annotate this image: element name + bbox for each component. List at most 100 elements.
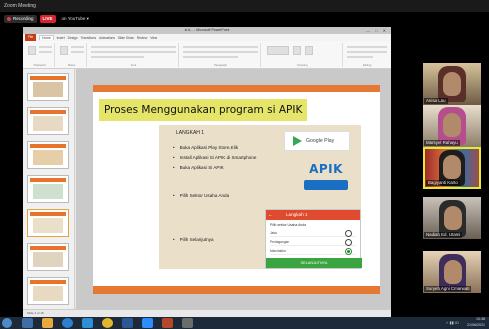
back-arrow-icon: ← xyxy=(268,212,273,217)
ribbon: Clipboard Slides Font Paragraph Drawing xyxy=(23,41,391,69)
slide-thumbnail[interactable] xyxy=(27,243,69,271)
edge-browser-icon[interactable] xyxy=(62,318,73,328)
ribbon-group-drawing: Drawing xyxy=(263,43,343,67)
step-item: Buka Aplikasi Play Store,Klik xyxy=(173,143,256,153)
phone-header: ← Langkah 1 xyxy=(266,210,360,220)
participant-tile-active-speaker[interactable]: Bagiyanti Karto xyxy=(423,147,481,189)
bullet-choose-sector: Pilih Sektor Usaha Anda xyxy=(173,193,230,198)
apik-logo: APIK xyxy=(304,156,348,194)
participant-tile[interactable]: Nadiah Ed. Utami xyxy=(423,197,481,239)
phone-question: Pilih sektor Usaha Anda xyxy=(270,223,306,227)
participant-tile[interactable]: Anisa Lau xyxy=(423,63,481,105)
new-slide-button[interactable] xyxy=(60,46,68,55)
slide-content-box: LANGKAH 1 Buka Aplikasi Play Store,Klik … xyxy=(159,125,362,269)
powerpoint-status-bar: Slide 4 of 15 xyxy=(23,309,391,317)
ribbon-group-slides: Slides xyxy=(57,43,87,67)
ribbon-tabs: File Home Insert Design Transitions Anim… xyxy=(23,34,391,41)
slide-thumbnail[interactable] xyxy=(27,107,69,135)
paste-button[interactable] xyxy=(28,46,36,55)
phone-option-label: Manufaktur xyxy=(270,249,286,253)
ribbon-group-label: Font xyxy=(130,63,137,67)
ribbon-group-clipboard: Clipboard xyxy=(25,43,55,67)
windows-taskbar: ˄ ▮▮ ID 10:38 21/06/2021 xyxy=(0,317,489,329)
arrange-button[interactable] xyxy=(293,46,301,55)
tab-home[interactable]: Home xyxy=(39,35,54,40)
quick-styles-button[interactable] xyxy=(305,46,313,55)
participant-name: Marsyel Rahayu xyxy=(424,140,460,146)
bullet-choose-next: Pilih Selanjutnya xyxy=(173,237,214,242)
task-view-icon[interactable] xyxy=(22,318,33,328)
tab-transitions[interactable]: Transitions xyxy=(81,36,96,40)
phone-option-selected: Manufaktur xyxy=(270,247,356,255)
app-icon[interactable] xyxy=(182,318,193,328)
step-item: Buka Aplikasi Si APIK xyxy=(173,163,256,173)
google-play-label: Google Play xyxy=(306,138,335,144)
slide-thumbnail[interactable] xyxy=(27,141,69,169)
ribbon-group-label: Paragraph xyxy=(213,63,228,67)
ribbon-group-label: Clipboard xyxy=(33,63,46,67)
apik-logo-text: APIK xyxy=(309,162,343,176)
system-tray[interactable]: ˄ ▮▮ ID xyxy=(446,320,459,325)
zoom-icon[interactable] xyxy=(142,318,153,328)
participant-name: Anisa Lau xyxy=(424,98,448,104)
ribbon-group-paragraph: Paragraph xyxy=(181,43,261,67)
phone-header-title: Langkah 1 xyxy=(286,212,308,217)
step-heading: LANGKAH 1 xyxy=(176,130,205,136)
taskbar-clock[interactable]: 10:38 21/06/2021 xyxy=(467,317,485,328)
zoom-window-title: Zoom Meeting xyxy=(4,3,36,9)
zoom-title-bar: Zoom Meeting xyxy=(0,0,489,12)
radio-icon xyxy=(345,229,352,237)
phone-option-label: Perdagangan xyxy=(270,240,290,244)
slide-thumbnail-selected[interactable] xyxy=(27,209,69,237)
tab-slide-show[interactable]: Slide Show xyxy=(118,36,134,40)
participant-tile[interactable]: Suryeh Agni Cmarwati xyxy=(423,251,481,293)
slide-title: Proses Menggunakan program si APIK xyxy=(99,99,308,121)
windows-start-icon[interactable] xyxy=(2,318,12,328)
current-slide[interactable]: Proses Menggunakan program si APIK LANGK… xyxy=(93,85,380,294)
tab-review[interactable]: Review xyxy=(137,36,147,40)
live-badge[interactable]: LIVE xyxy=(39,15,56,23)
window-controls[interactable]: — □ ✕ xyxy=(366,27,388,34)
store-icon[interactable] xyxy=(82,318,93,328)
slide-thumbnail-panel xyxy=(23,69,75,309)
phone-option: Perdagangan xyxy=(270,238,356,246)
ribbon-group-label: Editing xyxy=(362,63,372,67)
shared-screen-powerpoint: si A... - Microsoft PowerPoint — □ ✕ Fil… xyxy=(23,27,391,317)
phone-next-button: SELANJUTNYA xyxy=(266,258,362,268)
ribbon-group-editing: Editing xyxy=(345,43,389,67)
tab-animations[interactable]: Animations xyxy=(99,36,115,40)
step-item: Install Aplikasi Si APIK di Smartphone xyxy=(173,153,257,163)
word-icon[interactable] xyxy=(122,318,133,328)
radio-icon xyxy=(345,238,352,246)
step-list: Buka Aplikasi Play Store,Klik Install Ap… xyxy=(173,143,257,173)
file-explorer-icon[interactable] xyxy=(42,318,53,328)
slide-thumbnail[interactable] xyxy=(27,277,69,305)
tab-insert[interactable]: Insert xyxy=(57,36,65,40)
apik-logo-banner xyxy=(304,180,348,190)
phone-option: Jasa xyxy=(270,229,356,237)
participant-name: Nadiah Ed. Utami xyxy=(424,232,463,238)
shapes-gallery[interactable] xyxy=(267,46,289,55)
phone-screenshot: ← Langkah 1 Pilih sektor Usaha Anda Jasa… xyxy=(265,209,362,269)
powerpoint-icon[interactable] xyxy=(162,318,173,328)
ribbon-group-font: Font xyxy=(89,43,179,67)
tab-design[interactable]: Design xyxy=(68,36,78,40)
slide-thumbnail[interactable] xyxy=(27,175,69,203)
google-play-icon xyxy=(293,136,302,146)
participant-name: Bagiyanti Karto xyxy=(426,180,460,186)
recording-indicator-row: Recording LIVE on YouTube ▾ xyxy=(4,14,92,24)
tab-file[interactable]: File xyxy=(25,34,37,41)
powerpoint-title-bar: si A... - Microsoft PowerPoint — □ ✕ xyxy=(23,27,391,34)
slide-thumbnail[interactable] xyxy=(27,73,69,101)
slide-top-accent-bar xyxy=(93,85,380,92)
ribbon-group-label: Drawing xyxy=(297,63,308,67)
tab-view[interactable]: View xyxy=(150,36,157,40)
recording-button[interactable]: Recording xyxy=(4,15,37,23)
live-stream-target[interactable]: on YouTube ▾ xyxy=(59,15,92,23)
radio-selected-icon xyxy=(345,247,352,255)
participant-tile[interactable]: Marsyel Rahayu xyxy=(423,105,481,147)
chrome-browser-icon[interactable] xyxy=(102,318,113,328)
phone-option-label: Jasa xyxy=(270,231,277,235)
clock-date: 21/06/2021 xyxy=(467,322,485,327)
slide-bottom-accent-bar xyxy=(93,286,380,294)
